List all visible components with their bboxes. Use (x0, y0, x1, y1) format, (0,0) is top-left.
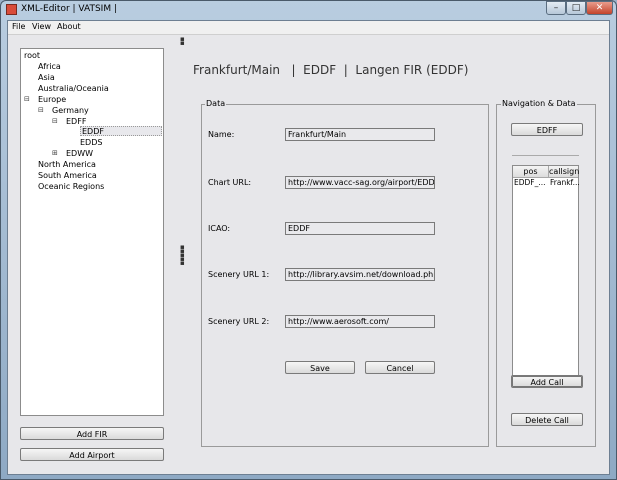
tree-node-africa[interactable]: Africa (38, 62, 61, 71)
scenery-url-1-field[interactable]: http://library.avsim.net/download.php?l (285, 268, 435, 281)
navigation-group-label: Navigation & Data (501, 99, 577, 108)
edff-button[interactable]: EDFF (511, 123, 583, 136)
splitter-handle-top[interactable]: ▪ ▪ (180, 36, 185, 47)
tree-node-asia[interactable]: Asia (38, 73, 55, 82)
tree-node-oceanic-regions[interactable]: Oceanic Regions (38, 182, 104, 191)
client-area: File View About root Africa Asia Austral… (7, 20, 610, 475)
title-bar[interactable]: XML-Editor | VATSIM | – □ ✕ (1, 1, 616, 19)
tree-node-edww[interactable]: EDWW (66, 149, 93, 158)
menu-about[interactable]: About (57, 22, 81, 31)
menu-file[interactable]: File (12, 22, 25, 31)
page-title: Frankfurt/Main | EDDF | Langen FIR (EDDF… (193, 63, 469, 77)
tree-node-germany[interactable]: Germany (52, 106, 89, 115)
data-group-label: Data (205, 99, 227, 108)
minimize-button[interactable]: – (546, 1, 566, 15)
call-table[interactable]: pos callsign EDDF_... Frankf... (512, 165, 579, 377)
menu-bar: File View About (8, 21, 609, 35)
collapse-europe-icon[interactable]: ⊟ (24, 95, 30, 103)
tree-node-europe[interactable]: Europe (38, 95, 66, 104)
icao-label: ICAO: (208, 224, 231, 233)
expand-edww-icon[interactable]: ⊞ (52, 149, 58, 157)
scenery-url-1-label: Scenery URL 1: (208, 270, 270, 279)
chart-url-label: Chart URL: (208, 178, 252, 187)
tree-node-edds[interactable]: EDDS (80, 138, 102, 147)
scenery-url-2-label: Scenery URL 2: (208, 317, 270, 326)
tree-node-north-america[interactable]: North America (38, 160, 96, 169)
column-header-pos[interactable]: pos (513, 166, 549, 178)
table-cell-callsign[interactable]: Frankf... (549, 178, 579, 188)
tree-node-edff[interactable]: EDFF (66, 117, 86, 126)
separator (512, 155, 579, 156)
scenery-url-2-field[interactable]: http://www.aerosoft.com/ (285, 315, 435, 328)
icao-field[interactable]: EDDF (285, 222, 435, 235)
delete-call-button[interactable]: Delete Call (511, 413, 583, 426)
collapse-germany-icon[interactable]: ⊟ (38, 106, 44, 114)
application-window: XML-Editor | VATSIM | – □ ✕ File View Ab… (0, 0, 617, 480)
menu-view[interactable]: View (32, 22, 51, 31)
app-icon (6, 4, 17, 15)
add-airport-button[interactable]: Add Airport (20, 448, 164, 461)
save-button[interactable]: Save (285, 361, 355, 374)
window-title: XML-Editor | VATSIM | (21, 4, 117, 14)
region-tree[interactable]: root Africa Asia Australia/Oceania ⊟ Eur… (20, 48, 164, 416)
collapse-edff-icon[interactable]: ⊟ (52, 117, 58, 125)
tree-node-australia-oceania[interactable]: Australia/Oceania (38, 84, 109, 93)
add-call-button[interactable]: Add Call (511, 375, 583, 388)
name-label: Name: (208, 130, 235, 139)
column-header-callsign[interactable]: callsign (549, 166, 579, 178)
table-cell-pos[interactable]: EDDF_... (513, 178, 549, 188)
tree-node-root[interactable]: root (24, 51, 40, 60)
add-fir-button[interactable]: Add FIR (20, 427, 164, 440)
name-field[interactable]: Frankfurt/Main (285, 128, 435, 141)
chart-url-field[interactable]: http://www.vacc-sag.org/airport/EDDF (285, 176, 435, 189)
maximize-button[interactable]: □ (566, 1, 586, 15)
close-button[interactable]: ✕ (586, 1, 613, 15)
tree-node-eddf[interactable]: EDDF (82, 127, 104, 136)
cancel-button[interactable]: Cancel (365, 361, 435, 374)
tree-node-south-america[interactable]: South America (38, 171, 97, 180)
splitter-handle-middle[interactable]: ▪ ▪ ▪ ▪ ▪ (180, 244, 185, 267)
